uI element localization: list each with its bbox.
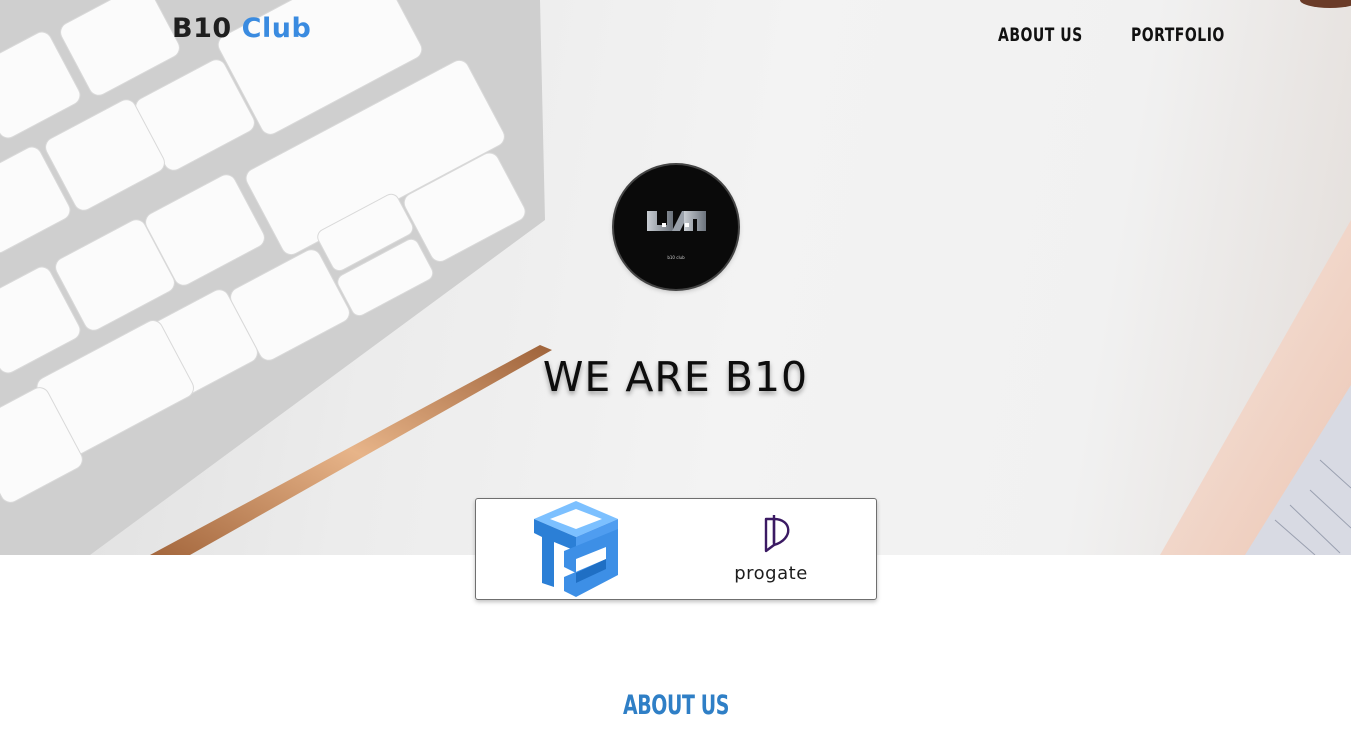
ts-cube-logo-icon xyxy=(534,501,618,597)
main-navigation: ABOUT US PORTFOLIO xyxy=(998,22,1246,48)
hero-headline: WE ARE B10 xyxy=(542,353,809,401)
about-section-title: ABOUT US xyxy=(0,688,1351,724)
partner-ts[interactable] xyxy=(530,499,622,599)
avatar-caption: b10 club xyxy=(667,255,685,260)
nav-link-about-us[interactable]: ABOUT US xyxy=(998,22,1083,48)
hero-section: B10 Club ABOUT US PORTFOLIO b10 club WE A… xyxy=(0,0,1351,555)
b10-emblem-icon xyxy=(647,211,706,231)
progate-logo-icon xyxy=(764,515,790,553)
brand-name-part1: B10 xyxy=(172,13,232,44)
brand-logo[interactable]: B10 Club xyxy=(172,12,311,46)
avatar: b10 club xyxy=(614,165,738,289)
about-section-title-text: ABOUT US xyxy=(622,690,729,721)
brand-name-part2: Club xyxy=(241,13,312,44)
progate-wordmark: progate xyxy=(734,563,808,584)
nav-link-portfolio[interactable]: PORTFOLIO xyxy=(1131,22,1225,48)
partner-progate[interactable]: progate xyxy=(731,511,821,591)
partner-logos-box: progate xyxy=(475,498,877,600)
keyboard-illustration xyxy=(0,0,545,555)
